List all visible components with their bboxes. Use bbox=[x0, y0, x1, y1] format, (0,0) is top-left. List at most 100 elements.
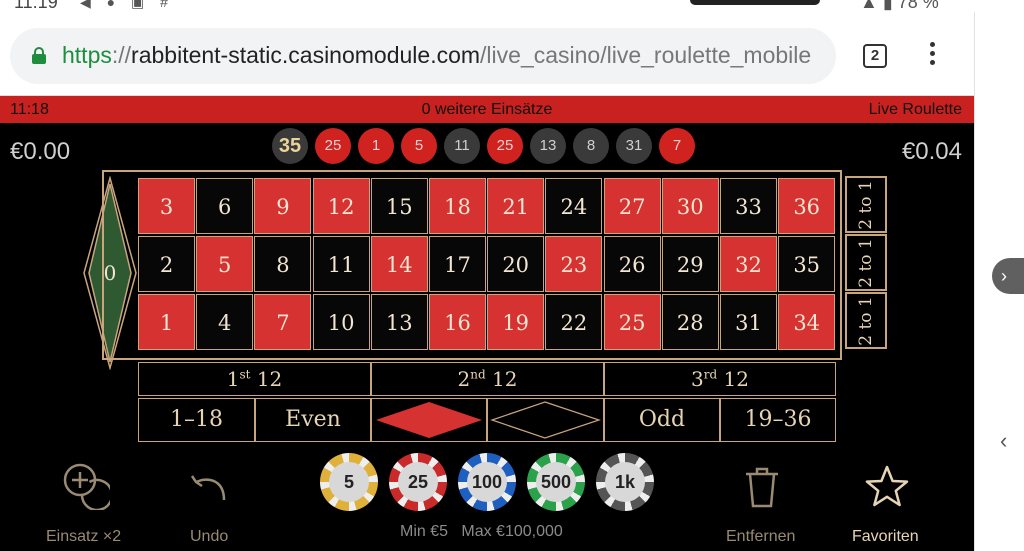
dozen-suffix: nd bbox=[470, 367, 486, 382]
bet-1-18[interactable]: 1–18 bbox=[138, 398, 255, 442]
bet-black[interactable] bbox=[487, 398, 604, 442]
bet-even[interactable]: Even bbox=[255, 398, 371, 442]
dozen-ordinal: 3 bbox=[691, 367, 704, 391]
undo-label: Undo bbox=[190, 528, 229, 545]
chip-25[interactable]: 25 bbox=[389, 453, 447, 511]
column-bet-label: 2 to 1 bbox=[856, 179, 876, 230]
favorites-label: Favoriten bbox=[852, 528, 919, 545]
history-result: 7 bbox=[659, 128, 695, 164]
url-text[interactable]: https://rabbitent-static.casinomodule.co… bbox=[62, 42, 811, 69]
number-cell[interactable]: 30 bbox=[661, 178, 719, 234]
bet-odd[interactable]: Odd bbox=[604, 398, 720, 442]
history-result: 13 bbox=[530, 128, 566, 164]
bet-19-36[interactable]: 19–36 bbox=[720, 398, 836, 442]
balance-right: €0.04 bbox=[901, 138, 962, 165]
number-cell[interactable]: 2 bbox=[138, 236, 195, 292]
number-cell[interactable]: 34 bbox=[778, 294, 836, 350]
number-cell[interactable]: 15 bbox=[370, 178, 428, 234]
number-cell[interactable]: 9 bbox=[254, 178, 312, 234]
number-cell[interactable]: 5 bbox=[196, 236, 254, 292]
number-cell[interactable]: 27 bbox=[603, 178, 661, 234]
url-scheme: https bbox=[62, 42, 112, 68]
camera-notch bbox=[690, 0, 820, 5]
number-cell[interactable]: 4 bbox=[196, 294, 254, 350]
bet-red[interactable] bbox=[371, 398, 487, 442]
number-cell[interactable]: 14 bbox=[370, 236, 428, 292]
history-result: 1 bbox=[358, 128, 394, 164]
trash-icon bbox=[746, 467, 778, 508]
number-cell[interactable]: 3 bbox=[138, 178, 195, 234]
star-icon bbox=[865, 465, 909, 507]
number-cell[interactable]: 28 bbox=[661, 294, 719, 350]
url-host: rabbitent-static.casinomodule.com bbox=[131, 42, 481, 68]
bets-notice: 0 weitere Einsätze bbox=[421, 101, 553, 118]
column-bet-top[interactable]: 2 to 1 bbox=[845, 176, 887, 233]
dozen-ordinal: 1 bbox=[226, 367, 240, 391]
number-cell[interactable]: 13 bbox=[370, 294, 428, 350]
number-cell[interactable]: 23 bbox=[545, 236, 603, 292]
number-cell[interactable]: 8 bbox=[254, 236, 312, 292]
dozen-3rd[interactable]: 3rd 12 bbox=[604, 362, 836, 396]
history-result: 8 bbox=[573, 128, 609, 164]
remove-button[interactable]: Entfernen bbox=[722, 460, 802, 550]
column-bet-middle[interactable]: 2 to 1 bbox=[845, 234, 887, 291]
chip-500[interactable]: 500 bbox=[527, 453, 585, 511]
dozen-suffix: st bbox=[239, 367, 251, 382]
number-cell[interactable]: 11 bbox=[312, 236, 370, 292]
dozen-ordinal: 2 bbox=[457, 367, 471, 391]
battery-icon: ▲ ▮ 78 % bbox=[860, 0, 939, 12]
number-cell[interactable]: 25 bbox=[603, 294, 661, 350]
number-cell[interactable]: 1 bbox=[138, 294, 195, 350]
number-cell[interactable]: 22 bbox=[545, 294, 603, 350]
game-header: 11:18 0 weitere Einsätze Live Roulette bbox=[0, 96, 974, 123]
chip-value: 5 bbox=[329, 462, 369, 502]
chevron-right-icon[interactable]: › bbox=[992, 258, 1024, 294]
balance-left: €0.00 bbox=[10, 138, 71, 165]
url-separator: :// bbox=[111, 42, 132, 68]
dozen-2nd[interactable]: 2nd 12 bbox=[371, 362, 604, 396]
max-bet: Max €100,000 bbox=[461, 523, 563, 540]
tab-switcher-button[interactable]: 2 bbox=[863, 44, 887, 68]
menu-kebab-icon[interactable] bbox=[926, 42, 938, 72]
number-cell[interactable]: 32 bbox=[720, 236, 777, 292]
number-cell[interactable]: 29 bbox=[661, 236, 719, 292]
number-cell[interactable]: 16 bbox=[429, 294, 486, 350]
chip-100[interactable]: 100 bbox=[458, 453, 516, 511]
status-bar: 11:19 ◀ ● ▣ # ▲ ▮ 78 % bbox=[0, 0, 1024, 12]
history-result: 11 bbox=[444, 128, 480, 164]
number-cell[interactable]: 36 bbox=[778, 178, 836, 234]
number-cell[interactable]: 18 bbox=[429, 178, 486, 234]
chip-5[interactable]: 5 bbox=[320, 453, 378, 511]
number-cell[interactable]: 6 bbox=[196, 178, 254, 234]
number-cell[interactable]: 10 bbox=[312, 294, 370, 350]
undo-button[interactable]: Undo bbox=[170, 460, 250, 550]
column-bet-label: 2 to 1 bbox=[856, 295, 876, 346]
number-cell[interactable]: 19 bbox=[487, 294, 545, 350]
status-time: 11:19 bbox=[14, 0, 58, 12]
history-result: 25 bbox=[315, 128, 351, 164]
favorites-button[interactable]: Favoriten bbox=[848, 460, 928, 550]
browser-toolbar: https://rabbitent-static.casinomodule.co… bbox=[0, 12, 974, 96]
latest-result: 35 bbox=[272, 128, 308, 164]
chip-1k[interactable]: 1k bbox=[596, 453, 654, 511]
number-cell[interactable]: 26 bbox=[603, 236, 661, 292]
dozen-value: 12 bbox=[256, 367, 283, 391]
address-bar[interactable]: https://rabbitent-static.casinomodule.co… bbox=[10, 28, 836, 84]
number-cell[interactable]: 33 bbox=[720, 178, 777, 234]
number-cell[interactable]: 7 bbox=[254, 294, 312, 350]
game-title: Live Roulette bbox=[868, 101, 962, 118]
roulette-game: 11:18 0 weitere Einsätze Live Roulette €… bbox=[0, 96, 974, 551]
double-bet-button[interactable]: Einsatz ×2 bbox=[40, 460, 130, 550]
number-cell[interactable]: 21 bbox=[487, 178, 545, 234]
dozen-1st[interactable]: 1st 12 bbox=[138, 362, 371, 396]
chevron-left-icon[interactable]: ‹ bbox=[1000, 428, 1007, 454]
number-cell[interactable]: 31 bbox=[720, 294, 777, 350]
number-cell[interactable]: 20 bbox=[487, 236, 545, 292]
history-result: 31 bbox=[616, 128, 652, 164]
column-bet-bottom[interactable]: 2 to 1 bbox=[845, 292, 887, 349]
number-cell[interactable]: 17 bbox=[429, 236, 486, 292]
number-cell[interactable]: 35 bbox=[778, 236, 836, 292]
chip-value: 500 bbox=[536, 462, 576, 502]
number-cell[interactable]: 24 bbox=[545, 178, 603, 234]
number-cell[interactable]: 12 bbox=[312, 178, 370, 234]
